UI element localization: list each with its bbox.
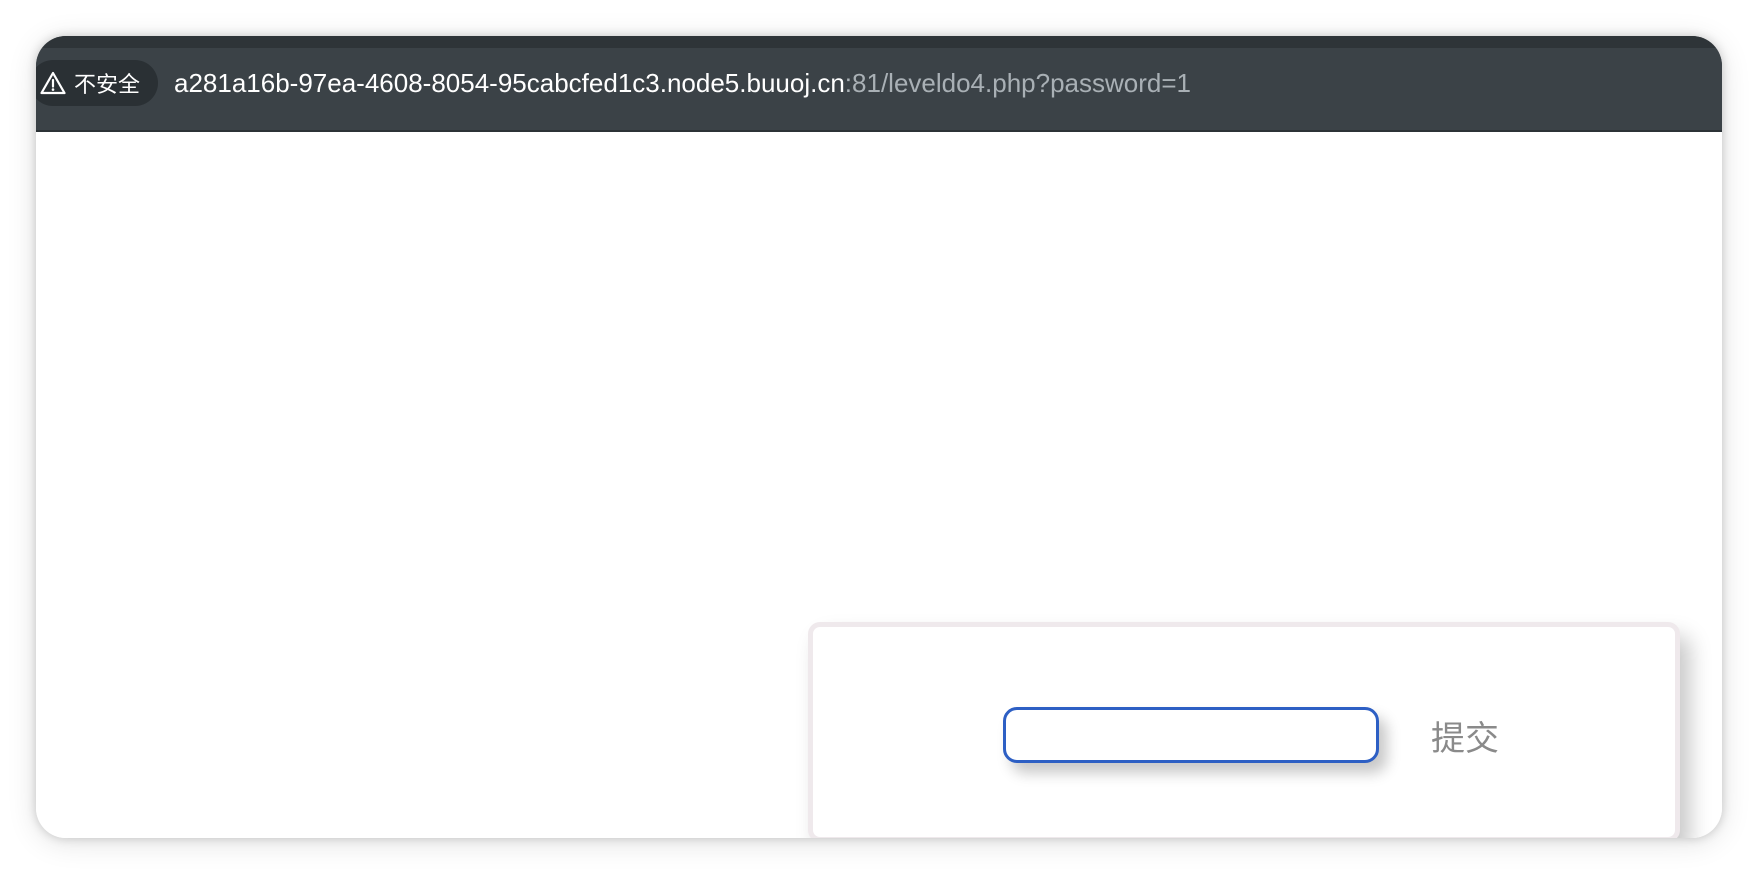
address-bar[interactable]: 不安全 a281a16b-97ea-4608-8054-95cabcfed1c3… (36, 48, 1722, 118)
submit-button[interactable]: 提交 (1431, 707, 1499, 763)
warning-triangle-icon (40, 71, 66, 95)
url-path: :81/leveldo4.php?password=1 (844, 67, 1191, 98)
page-content: 提交 (36, 132, 1722, 838)
browser-toolbar: 不安全 a281a16b-97ea-4608-8054-95cabcfed1c3… (36, 36, 1722, 132)
toolbar-edge (36, 36, 1722, 48)
password-form: 提交 (808, 622, 1680, 838)
security-label: 不安全 (74, 73, 141, 98)
browser-window: 不安全 a281a16b-97ea-4608-8054-95cabcfed1c3… (36, 36, 1722, 838)
url-text[interactable]: a281a16b-97ea-4608-8054-95cabcfed1c3.nod… (174, 60, 1191, 106)
security-indicator[interactable]: 不安全 (36, 60, 159, 106)
url-host: a281a16b-97ea-4608-8054-95cabcfed1c3.nod… (174, 67, 845, 98)
password-input[interactable] (1003, 707, 1379, 763)
